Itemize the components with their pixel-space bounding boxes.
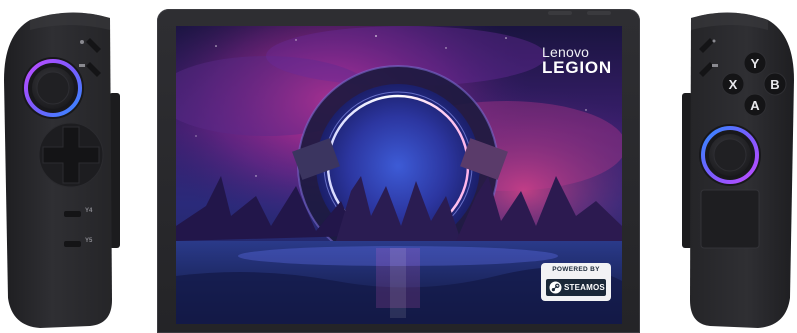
legion-logo-text: LEGION: [542, 58, 612, 77]
y4-button[interactable]: [64, 211, 81, 217]
steam-icon: [549, 281, 562, 294]
left-controller: [0, 0, 125, 333]
d-pad[interactable]: [38, 122, 104, 188]
right-thumbstick[interactable]: [699, 124, 761, 186]
button-a-label: A: [750, 98, 760, 113]
volume-button[interactable]: [587, 11, 611, 15]
powered-by-steamos-badge: POWERED BY STEAMOS: [541, 263, 611, 301]
button-x-label: X: [728, 77, 738, 92]
badge-bottom-bar: STEAMOS: [546, 279, 606, 296]
y5-label: Y5: [85, 238, 93, 244]
right-touchpad[interactable]: [700, 189, 760, 249]
left-thumbstick[interactable]: [22, 57, 84, 119]
badge-bottom-text: STEAMOS: [564, 283, 605, 292]
power-button[interactable]: [548, 11, 572, 15]
button-b-label: B: [770, 77, 780, 92]
badge-top-text: POWERED BY: [552, 266, 600, 273]
right-controller: [676, 0, 797, 333]
display-screen: Lenovo LEGION POWERED BY STEAMOS: [176, 26, 622, 324]
y4-label: Y4: [85, 208, 93, 214]
y5-button[interactable]: [64, 241, 81, 247]
button-y-label: Y: [750, 56, 760, 71]
